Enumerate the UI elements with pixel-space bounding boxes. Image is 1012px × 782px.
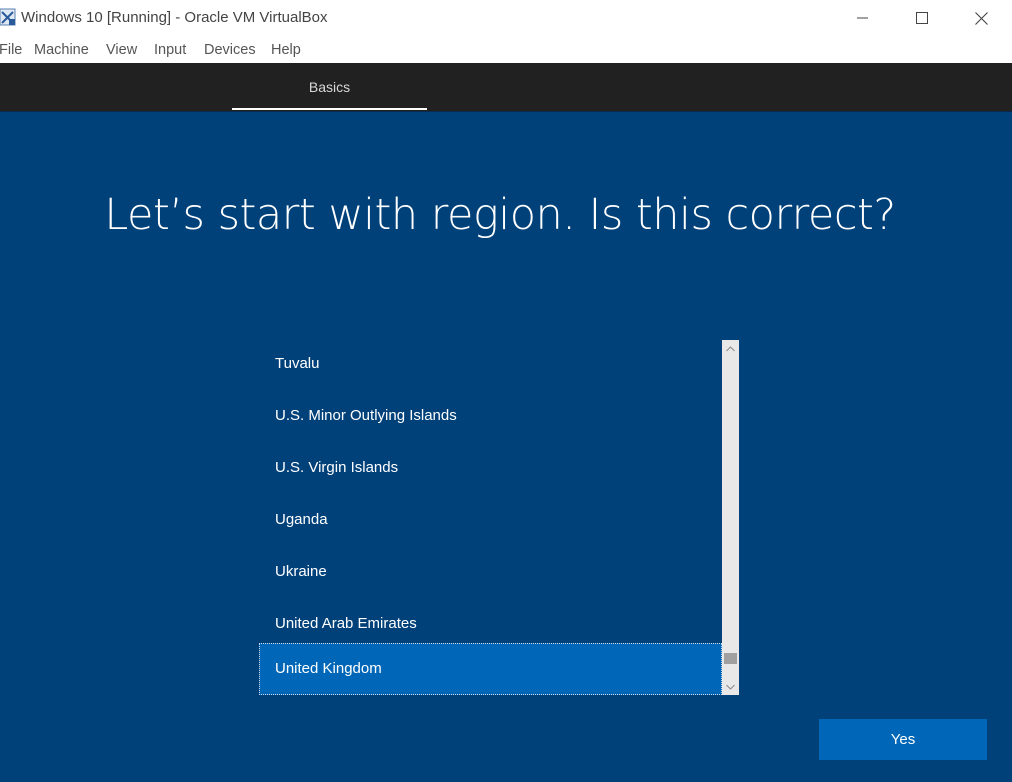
setup-panel: Let’s start with region. Is this correct… bbox=[0, 111, 1012, 782]
yes-button[interactable]: Yes bbox=[819, 719, 987, 760]
menu-help[interactable]: Help bbox=[271, 42, 301, 58]
menu-input[interactable]: Input bbox=[154, 42, 186, 58]
scrollbar-thumb[interactable] bbox=[724, 653, 737, 664]
scroll-down-button[interactable] bbox=[722, 678, 739, 695]
oobe-tab-bar: Basics bbox=[0, 63, 1012, 111]
active-tab-indicator bbox=[232, 108, 427, 110]
page-title: Let’s start with region. Is this correct… bbox=[104, 190, 896, 240]
tab-basics-label: Basics bbox=[308, 79, 351, 95]
menu-view[interactable]: View bbox=[106, 42, 137, 58]
close-button[interactable] bbox=[952, 0, 1010, 36]
list-item-united-kingdom-selected[interactable]: United Kingdom bbox=[259, 643, 722, 695]
chevron-up-icon bbox=[726, 345, 735, 351]
minimize-icon bbox=[857, 17, 868, 19]
list-item-tuvalu[interactable]: Tuvalu bbox=[259, 338, 722, 390]
chevron-down-icon bbox=[726, 684, 735, 690]
list-scrollbar[interactable] bbox=[722, 340, 739, 695]
list-item-uganda[interactable]: Uganda bbox=[259, 494, 722, 546]
list-item-us-minor-outlying-islands[interactable]: U.S. Minor Outlying Islands bbox=[259, 390, 722, 442]
virtualbox-window: Windows 10 [Running] - Oracle VM Virtual… bbox=[0, 0, 1012, 782]
virtualbox-app-icon bbox=[0, 8, 16, 26]
list-item-us-virgin-islands[interactable]: U.S. Virgin Islands bbox=[259, 442, 722, 494]
menu-machine[interactable]: Machine bbox=[34, 42, 89, 58]
title-bar: Windows 10 [Running] - Oracle VM Virtual… bbox=[0, 0, 1012, 37]
tab-basics[interactable]: Basics bbox=[232, 63, 427, 111]
maximize-icon bbox=[916, 12, 928, 24]
maximize-button[interactable] bbox=[893, 0, 951, 36]
menu-devices[interactable]: Devices bbox=[204, 42, 256, 58]
minimize-button[interactable] bbox=[834, 0, 892, 36]
window-title: Windows 10 [Running] - Oracle VM Virtual… bbox=[21, 9, 328, 26]
region-list[interactable]: Tuvalu U.S. Minor Outlying Islands U.S. … bbox=[259, 338, 739, 695]
list-item-ukraine[interactable]: Ukraine bbox=[259, 546, 722, 598]
close-icon bbox=[974, 11, 988, 25]
scroll-up-button[interactable] bbox=[722, 340, 739, 357]
menu-file[interactable]: File bbox=[0, 42, 22, 58]
menu-bar: File Machine View Input Devices Help bbox=[0, 37, 1012, 63]
